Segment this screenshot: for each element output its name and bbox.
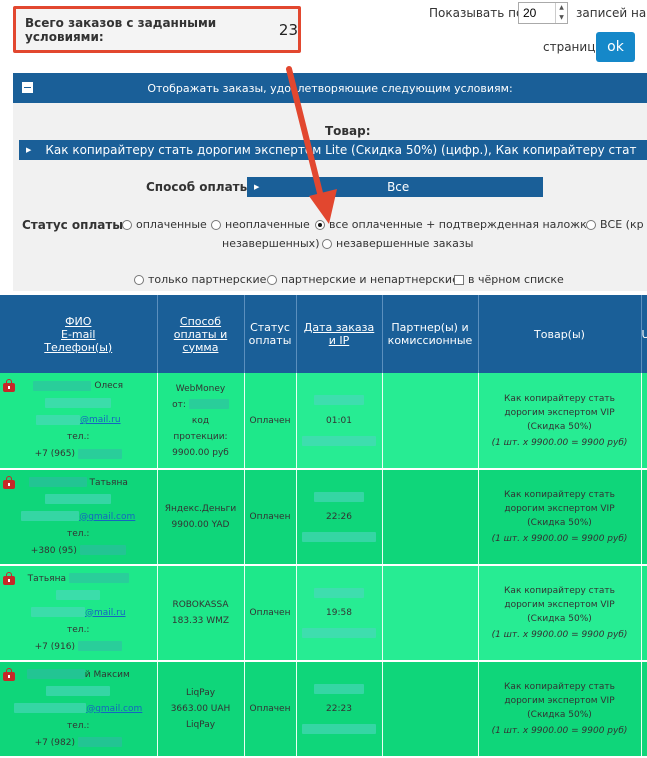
orders-table: ФИО E-mail Телефон(ы) Способ оплаты и сумма … [0,295,647,758]
lock-icon [3,476,15,489]
status-cell: Оплачен [244,565,297,662]
payment-status-label: Статус оплаты: [22,218,128,232]
table-row[interactable]: Татьяна @mail.ru тел.: +7 (916) ROBOKASS… [0,565,647,662]
lock-icon [3,572,15,585]
col-partner: Партнер(ы) и комиссионные [382,295,479,373]
spin-down-icon[interactable]: ▼ [556,13,567,23]
table-row[interactable]: Олеся @mail.ru тел.: +7 (965) WebMoney о… [0,373,647,470]
status-paid-option[interactable]: оплаченные [122,218,207,231]
radio-selected-icon[interactable] [315,220,325,230]
filter-header[interactable]: Отображать заказы, удовлетворяющие следу… [13,73,647,103]
col-extra: U [641,295,647,373]
radio-icon[interactable] [267,275,277,285]
payment-method-label: Способ оплаты: [146,180,256,194]
radio-icon[interactable] [122,220,132,230]
per-page-suffix: записей на [576,6,647,20]
lock-icon [3,379,15,392]
sort-name-link[interactable]: ФИО E-mail Телефон(ы) [44,315,112,354]
partner-cell [382,661,479,758]
radio-icon[interactable] [134,275,144,285]
payment-cell: LiqPay 3663.00 UAH LiqPay [157,661,245,758]
col-name[interactable]: ФИО E-mail Телефон(ы) [0,295,158,373]
lock-icon [3,668,15,681]
payment-method-value: Все [387,180,410,194]
customer-cell: й Максим @gmail.com тел.: +7 (982) [0,661,158,758]
product-select[interactable]: ▶ Как копирайтеру стать дорогим эксперто… [19,140,647,160]
product-cell: Как копирайтеру стать дорогим экспертом V… [478,469,642,566]
sort-payment-link[interactable]: Способ оплаты и сумма [174,315,227,354]
product-cell: Как копирайтеру стать дорогим экспертом V… [478,373,642,470]
filter-panel: Отображать заказы, удовлетворяющие следу… [13,73,647,291]
table-header-row: ФИО E-mail Телефон(ы) Способ оплаты и сумма … [0,295,647,373]
partner-cell [382,469,479,566]
collapse-icon[interactable] [22,82,33,93]
total-count: 23 [278,20,298,39]
per-page-page-label: странице [543,40,603,54]
product-cell: Как копирайтеру стать дорогим экспертом V… [478,661,642,758]
spin-up-icon[interactable]: ▲ [556,3,567,13]
product-cell: Как копирайтеру стать дорогим экспертом V… [478,565,642,662]
payment-cell: WebMoney от: код протекции: 9900.00 руб [157,373,245,470]
partner-and-non-option[interactable]: партнерские и непартнерские [267,273,459,286]
date-cell: 22:26 [296,469,383,566]
partner-cell [382,373,479,470]
table-row[interactable]: Татьяна @gmail.com тел.: +380 (95) Яндек… [0,469,647,566]
email-link[interactable]: @mail.ru [35,414,121,425]
email-link[interactable]: @gmail.com [14,703,142,714]
filter-header-text: Отображать заказы, удовлетворяющие следу… [147,81,513,95]
table-row[interactable]: й Максим @gmail.com тел.: +7 (982) LiqPa… [0,661,647,758]
product-label: Товар: [325,124,371,138]
status-cell: Оплачен [244,661,297,758]
status-all-option-cont: незавершенных) [222,237,320,250]
status-cell: Оплачен [244,469,297,566]
per-page-spinner[interactable]: ▲ ▼ [555,3,567,23]
partner-only-option[interactable]: только партнерские [134,273,266,286]
status-all-paid-option[interactable]: все оплаченные + подтвержденная наложка [315,218,593,231]
payment-cell: Яндекс.Деньги 9900.00 YAD [157,469,245,566]
product-select-value: Как копирайтеру стать дорогим экспертом … [45,143,637,157]
radio-icon[interactable] [586,220,596,230]
status-incomplete-option[interactable]: незавершенные заказы [322,237,473,250]
date-cell: 01:01 [296,373,383,470]
status-all-option[interactable]: ВСЕ (кр [586,218,644,231]
blacklist-option[interactable]: в чёрном списке [454,273,564,286]
per-page-label: Показывать по [429,6,524,20]
partner-cell [382,565,479,662]
payment-cell: ROBOKASSA 183.33 WMZ [157,565,245,662]
email-link[interactable]: @gmail.com [21,511,135,522]
expand-triangle-icon: ▶ [254,183,260,191]
col-product: Товар(ы) [478,295,642,373]
radio-icon[interactable] [211,220,221,230]
col-date[interactable]: Дата заказа и IP [296,295,383,373]
customer-cell: Олеся @mail.ru тел.: +7 (965) [0,373,158,470]
radio-icon[interactable] [322,239,332,249]
status-cell: Оплачен [244,373,297,470]
expand-triangle-icon: ▶ [26,146,32,154]
col-status: Статус оплаты [244,295,297,373]
ok-button[interactable]: ok [596,32,635,62]
customer-cell: Татьяна @mail.ru тел.: +7 (916) [0,565,158,662]
sort-date-link[interactable]: Дата заказа и IP [304,321,375,347]
total-label: Всего заказов с заданными условиями: [25,15,217,44]
date-cell: 19:58 [296,565,383,662]
customer-cell: Татьяна @gmail.com тел.: +380 (95) [0,469,158,566]
status-unpaid-option[interactable]: неоплаченные [211,218,310,231]
date-cell: 22:23 [296,661,383,758]
payment-method-select[interactable]: ▶ Все [247,177,543,197]
checkbox-icon[interactable] [454,275,464,285]
col-payment[interactable]: Способ оплаты и сумма [157,295,245,373]
email-link[interactable]: @mail.ru [30,607,126,618]
total-orders-box: Всего заказов с заданными условиями: 23 [13,6,301,53]
